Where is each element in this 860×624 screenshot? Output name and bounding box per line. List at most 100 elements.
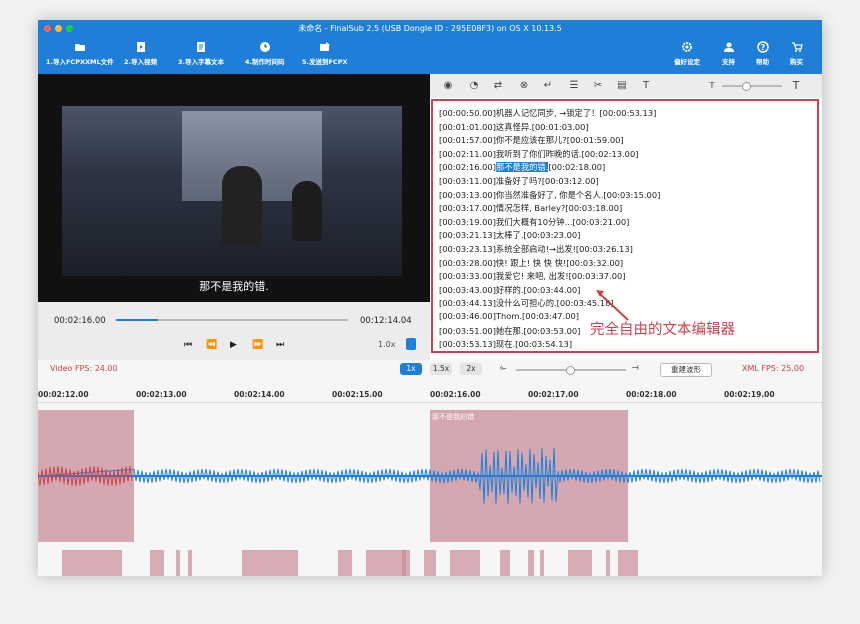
zoom-window-icon[interactable] xyxy=(66,25,73,32)
text-small-icon: T xyxy=(709,81,715,90)
send-fcpx-button[interactable]: 5.发送到FCPX xyxy=(302,41,347,66)
ruler-tick: 00:02:15.00 xyxy=(332,390,383,399)
pin-icon[interactable]: ◉ xyxy=(442,80,454,92)
swap-icon[interactable]: ⇄ xyxy=(492,80,504,92)
close-window-icon[interactable] xyxy=(44,25,51,32)
speed-1x-button[interactable]: 1x xyxy=(400,363,422,375)
track-bar xyxy=(618,550,638,576)
scissors-icon[interactable]: ✂ xyxy=(592,80,604,92)
zoom-out-icon[interactable]: ⟜ xyxy=(500,363,506,373)
svg-text:?: ? xyxy=(760,43,765,52)
subtitle-line[interactable]: [00:02:16.00]那不是我的错.[00:02:18.00] xyxy=(439,161,605,173)
ruler-tick: 00:02:16.00 xyxy=(430,390,481,399)
subtitle-line[interactable]: [00:03:51.00]她在那.[00:03:53.00] xyxy=(439,325,580,337)
track-bar xyxy=(366,550,406,576)
settings-circle-icon[interactable]: ⊗ xyxy=(518,80,530,92)
subtitle-line[interactable]: [00:03:11.00]准备好了吗?[00:03:12.00] xyxy=(439,175,599,187)
play-icon[interactable]: ▶ xyxy=(230,340,237,350)
timeline-panel: Video FPS: 24.00 1x 1.5x 2x ⟜ ⟞ 重建波形 XML… xyxy=(38,360,822,576)
return-icon[interactable]: ↵ xyxy=(542,80,554,92)
zoom-knob[interactable] xyxy=(566,366,575,375)
font-size-knob[interactable] xyxy=(742,82,751,91)
subtitle-line[interactable]: [00:03:28.00]快! 跟上! 快 快 快![00:03:32.00] xyxy=(439,257,623,269)
transport-bar: 00:02:16.00 00:12:14.04 ⏮ ⏪ ▶ ⏩ ⏭ 1.0x xyxy=(38,302,430,360)
track-bar xyxy=(242,550,298,576)
subtitle-line[interactable]: [00:01:01.00]这真怪异.[00:01:03.00] xyxy=(439,121,589,133)
fast-forward-icon[interactable]: ⏩ xyxy=(252,340,263,350)
speed-2x-button[interactable]: 2x xyxy=(460,363,482,375)
track-bar xyxy=(62,550,122,576)
track-bar xyxy=(528,550,534,576)
subtitle-line[interactable]: [00:03:21.13]太棒了.[00:03:23.00] xyxy=(439,229,580,241)
import-subtitle-button[interactable]: 3.导入字幕文本 xyxy=(178,41,224,66)
rewind-icon[interactable]: ⏪ xyxy=(206,340,217,350)
text-file-icon xyxy=(197,42,205,52)
ruler-tick: 00:02:17.00 xyxy=(528,390,579,399)
window-controls xyxy=(44,25,73,32)
track-bar xyxy=(500,550,510,576)
gear-icon xyxy=(682,42,692,52)
annotation-arrow-icon xyxy=(596,290,629,321)
text-large-icon: T xyxy=(792,79,800,92)
minimize-window-icon[interactable] xyxy=(55,25,62,32)
cart-icon xyxy=(791,42,803,52)
zoom-in-icon[interactable]: ⟞ xyxy=(632,363,639,373)
search-clock-icon[interactable]: ◔ xyxy=(468,80,480,92)
app-window: 未命名 - FinalSub 2.5 (USB Dongle ID : 295E… xyxy=(38,20,822,576)
timeline-toolbar: Video FPS: 24.00 1x 1.5x 2x ⟜ ⟞ 重建波形 XML… xyxy=(38,360,822,378)
skip-end-icon[interactable]: ⏭ xyxy=(276,340,284,350)
support-button[interactable]: 支持 xyxy=(722,41,735,66)
speed-1-5x-button[interactable]: 1.5x xyxy=(430,363,452,375)
track-bar xyxy=(176,550,180,576)
align-icon[interactable]: ☰ xyxy=(568,80,580,92)
ruler-tick: 00:02:18.00 xyxy=(626,390,677,399)
highlighted-text[interactable]: 那不是我的错. xyxy=(495,162,549,173)
video-subtitle: 那不是我的错. xyxy=(199,280,269,293)
subtitle-line[interactable]: [00:03:17.00]情况怎样, Barley?[00:03:18.00] xyxy=(439,202,622,214)
help-button[interactable]: ? 帮助 xyxy=(756,41,769,66)
import-video-button[interactable]: 2.导入视频 xyxy=(124,41,157,66)
track-bar xyxy=(450,550,480,576)
track-bar xyxy=(338,550,352,576)
zoom-slider[interactable] xyxy=(516,366,626,375)
timeline-ruler[interactable]: 00:02:12.00 00:02:13.00 00:02:14.00 00:02:1… xyxy=(38,380,822,403)
track-bar xyxy=(424,550,436,576)
folder-icon xyxy=(74,44,85,51)
subtitle-line[interactable]: [00:03:43.00]好样的.[00:03:44.00] xyxy=(439,284,580,296)
import-fcpxml-button[interactable]: 1.导入FCPXXML文件 xyxy=(46,41,114,66)
font-size-slider[interactable] xyxy=(722,82,782,91)
subtitle-line[interactable]: [00:00:50.00]机器人记忆同步, →锁定了！[00:00:53.13] xyxy=(439,107,656,119)
subtitle-line[interactable]: [00:03:13.00]你当然准备好了, 你是个名人.[00:03:15.00… xyxy=(439,189,660,201)
subtitle-line[interactable]: [00:01:57.00]你不是应该在那儿?[00:01:59.00] xyxy=(439,134,624,146)
video-player[interactable]: 那不是我的错. xyxy=(38,74,430,302)
speed-select[interactable]: 1.0x xyxy=(378,340,395,349)
subtitle-line[interactable]: [00:03:53.13]现在.[00:03:54.13] xyxy=(439,338,572,350)
preferences-button[interactable]: 偏好设定 xyxy=(674,41,700,66)
track-bar xyxy=(568,550,592,576)
make-timecode-button[interactable]: 4.制作时间码 xyxy=(245,41,285,66)
buy-button[interactable]: 购买 xyxy=(790,41,803,66)
speed-stepper-icon[interactable] xyxy=(406,338,416,350)
track-bar xyxy=(402,550,410,576)
rebuild-wave-button[interactable]: 重建波形 xyxy=(660,363,712,377)
document-icon[interactable]: ▤ xyxy=(616,80,628,92)
progress-fill xyxy=(116,319,158,321)
user-icon xyxy=(723,42,734,52)
title-bar: 未命名 - FinalSub 2.5 (USB Dongle ID : 295E… xyxy=(38,20,822,38)
subtitle-line[interactable]: [00:03:33.00]我爱它! 来吧, 出发![00:03:37.00] xyxy=(439,270,626,282)
track-bar xyxy=(606,550,610,576)
total-time: 00:12:14.04 xyxy=(360,316,412,326)
waveform-area[interactable]: 那不是我的错 xyxy=(38,402,822,550)
ruler-tick: 00:02:12.00 xyxy=(38,390,89,399)
skip-start-icon[interactable]: ⏮ xyxy=(184,340,192,350)
subtitle-line[interactable]: [00:03:23.13]系统全部启动!→出发![00:03:26.13] xyxy=(439,243,633,255)
subtitle-line[interactable]: [00:03:46.00]Thom.[00:03:47.00] xyxy=(439,311,579,321)
text-style-icon[interactable]: T xyxy=(640,80,652,92)
progress-slider[interactable] xyxy=(116,319,348,321)
ruler-tick: 00:02:13.00 xyxy=(136,390,187,399)
main-toolbar: 1.导入FCPXXML文件 2.导入视频 3.导入字幕文本 4.制作时间码 5.… xyxy=(38,38,822,74)
subtitle-line[interactable]: [00:02:11.00]我听到了你们昨晚的话.[00:02:13.00] xyxy=(439,148,638,160)
xml-fps: XML FPS: 25.00 xyxy=(742,364,805,373)
subtitle-line[interactable]: [00:03:19.00]我们大概有10分钟...[00:03:21.00] xyxy=(439,216,629,228)
audio-waveform xyxy=(38,448,822,505)
